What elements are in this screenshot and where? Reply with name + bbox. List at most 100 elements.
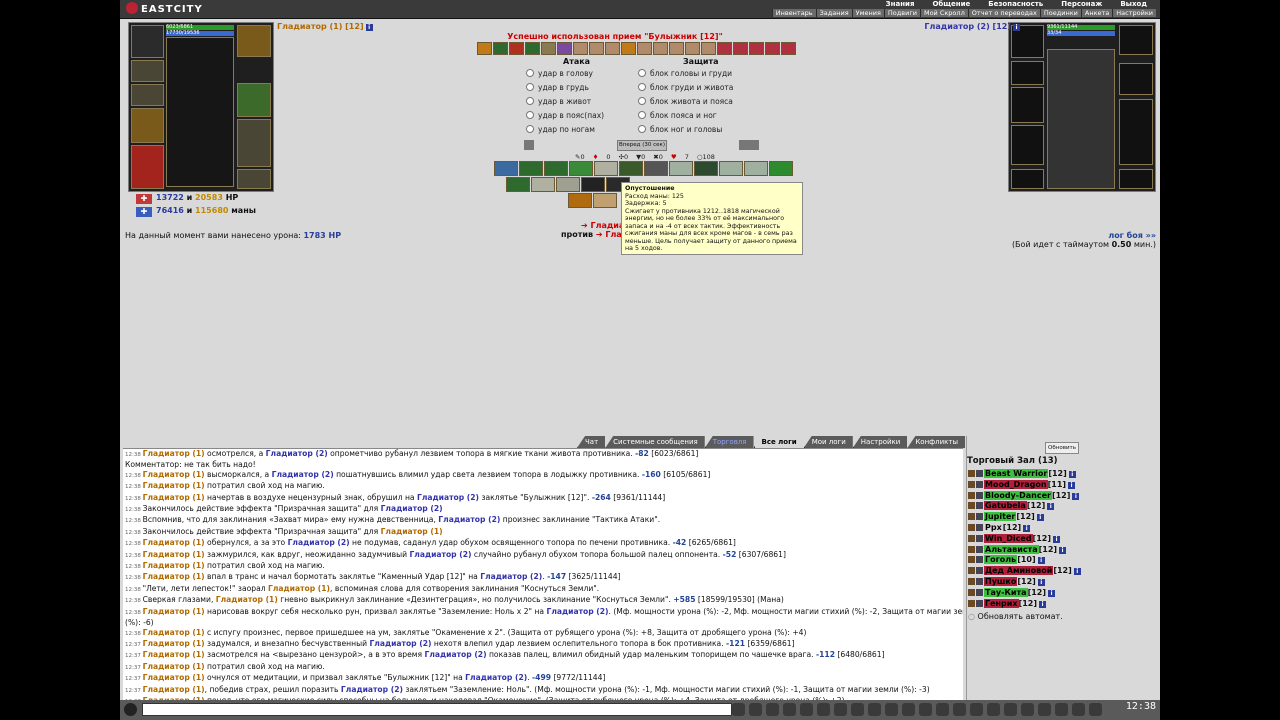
radio-icon[interactable] [638,97,646,105]
radio-icon[interactable] [638,69,646,77]
player-name-link[interactable]: Гладиатор (1) [143,628,205,637]
radio-icon[interactable] [638,111,646,119]
skill-icon[interactable] [694,161,718,176]
info-icon[interactable]: i [1036,514,1044,522]
toolbar-icon[interactable] [919,703,932,716]
smile-icon[interactable] [124,703,137,716]
sub-menu-item[interactable]: Инвентарь [771,9,816,17]
player-name-link[interactable]: Гладиатор (1) [216,595,278,604]
player-name-link[interactable]: Гладиатор (1) [143,481,205,490]
toolbar-icon[interactable] [834,703,847,716]
player-name-link[interactable]: Гладиатор (2) [369,639,431,648]
shield-slot[interactable] [237,83,271,117]
player-name[interactable]: Mood_Dragon [984,479,1048,489]
versus-target-1[interactable]: ➔ Гладиа [581,221,624,230]
chat-log[interactable]: 12:38 Гладиатор (1) осмотрелся, а Гладиа… [123,448,963,700]
toolbar-icon[interactable] [1089,703,1102,716]
player-name-link[interactable]: Гладиатор (1) [143,561,205,570]
player-name-link[interactable]: Гладиатор (2) [288,538,350,547]
refresh-button[interactable]: Обновить [1045,442,1079,454]
sub-menu-item[interactable]: Анкета [1080,9,1113,17]
info-icon[interactable]: i [1059,546,1067,554]
skill-icon[interactable] [593,193,617,208]
attack-option-head[interactable]: удар в голову [526,69,593,78]
player-row[interactable]: Win_Diced[12] i [968,533,1060,543]
skill-icon[interactable] [494,161,518,176]
player-row[interactable]: Генрих[12] i [968,598,1046,608]
belt-slot[interactable] [166,37,234,187]
player-name-link[interactable]: Гладиатор (1) [143,470,205,479]
player-name-link[interactable]: Гладиатор (1) [143,550,205,559]
toolbar-icon[interactable] [1072,703,1085,716]
player-name-link[interactable]: Гладиатор (1) [268,584,330,593]
toolbar-icon[interactable] [800,703,813,716]
info-icon[interactable]: i [1053,535,1060,543]
ring-slot[interactable] [237,169,271,189]
player-name-link[interactable]: Гладиатор (2) [341,685,403,694]
toolbar-icon[interactable] [987,703,1000,716]
main-menu-item[interactable]: Знания [877,0,924,9]
attack-option-stomach[interactable]: удар в живот [526,97,591,106]
player-row[interactable]: Beast Warrior[12] i [968,469,1076,478]
toolbar-icon[interactable] [1021,703,1034,716]
opponent-slot-4[interactable] [1011,125,1044,165]
opponent-slot-5[interactable] [1119,63,1153,95]
player-row[interactable]: Ррх[12] i [968,523,1031,532]
player-name-link[interactable]: Гладиатор (2) [417,493,479,502]
player-name[interactable]: Gatubela [984,501,1027,511]
player-name[interactable]: Пушко [984,577,1018,586]
player-name-link[interactable]: Гладиатор (2) [425,650,487,659]
skill-icon[interactable] [506,177,530,192]
attack-option-chest[interactable]: удар в грудь [526,83,589,92]
left-fighter-name[interactable]: Гладиатор (1) [12] i [277,22,373,31]
player-name-link[interactable]: Гладиатор (2) [266,449,328,458]
radio-icon[interactable] [526,111,534,119]
toolbar-icon[interactable] [766,703,779,716]
player-name-link[interactable]: Гладиатор (1) [143,639,205,648]
chat-tab[interactable]: Настройки [852,436,908,448]
skill-icon[interactable] [519,161,543,176]
shield-left-icon[interactable] [524,140,534,150]
player-row[interactable]: Гоголь[10] i [968,555,1045,565]
opponent-slot-7[interactable] [1011,169,1044,189]
versus-target-2[interactable]: ➔ Гла [596,230,622,239]
player-name[interactable]: Альтависта [984,544,1039,554]
player-name-link[interactable]: Гладиатор (2) [381,504,443,513]
shoulder-slot[interactable] [131,60,164,82]
player-name[interactable]: Дед Аминовой [984,566,1054,576]
player-row[interactable]: Тау-Кита[12] i [968,587,1056,597]
sub-menu-item[interactable]: Умения [851,9,884,17]
radio-icon[interactable] [526,125,534,133]
radio-icon[interactable] [638,125,646,133]
skill-icon[interactable] [619,161,643,176]
info-icon[interactable]: i [1023,525,1031,532]
toolbar-icon[interactable] [817,703,830,716]
skill-icon[interactable] [544,161,568,176]
player-name-link[interactable]: Гладиатор (1) [143,493,205,502]
info-icon[interactable]: i [365,24,373,31]
main-menu-item[interactable]: Общение [923,0,979,9]
amulet-slot[interactable] [237,25,271,57]
info-icon[interactable]: i [1073,568,1081,576]
player-name-link[interactable]: Гладиатор (1) [143,650,205,659]
player-row[interactable]: Bloody-Dancer[12] i [968,490,1080,500]
weapon-slot[interactable] [131,108,164,143]
opponent-slot-6[interactable] [1119,99,1153,165]
player-name[interactable]: Win_Diced [984,533,1033,543]
toolbar-icon[interactable] [732,703,745,716]
radio-icon[interactable] [526,97,534,105]
skill-icon[interactable] [744,161,768,176]
defense-option-2[interactable]: блок груди и живота [638,83,733,92]
right-fighter-name[interactable]: Гладиатор (2) [12] i [924,22,1020,31]
skill-icon[interactable] [769,161,793,176]
player-name-link[interactable]: Гладиатор (1) [143,449,205,458]
radio-icon[interactable] [638,83,646,91]
player-name-link[interactable]: Гладиатор (1) [143,685,205,694]
player-name[interactable]: Тау-Кита [984,587,1028,597]
sub-menu-item[interactable]: Задания [815,9,852,17]
player-row[interactable]: Дед Аминовой[12] i [968,566,1081,576]
defense-option-1[interactable]: блок головы и груди [638,69,732,78]
player-row[interactable]: Альтависта[12] i [968,544,1067,554]
radio-icon[interactable] [526,69,534,77]
player-name[interactable]: Гоголь [984,555,1018,565]
